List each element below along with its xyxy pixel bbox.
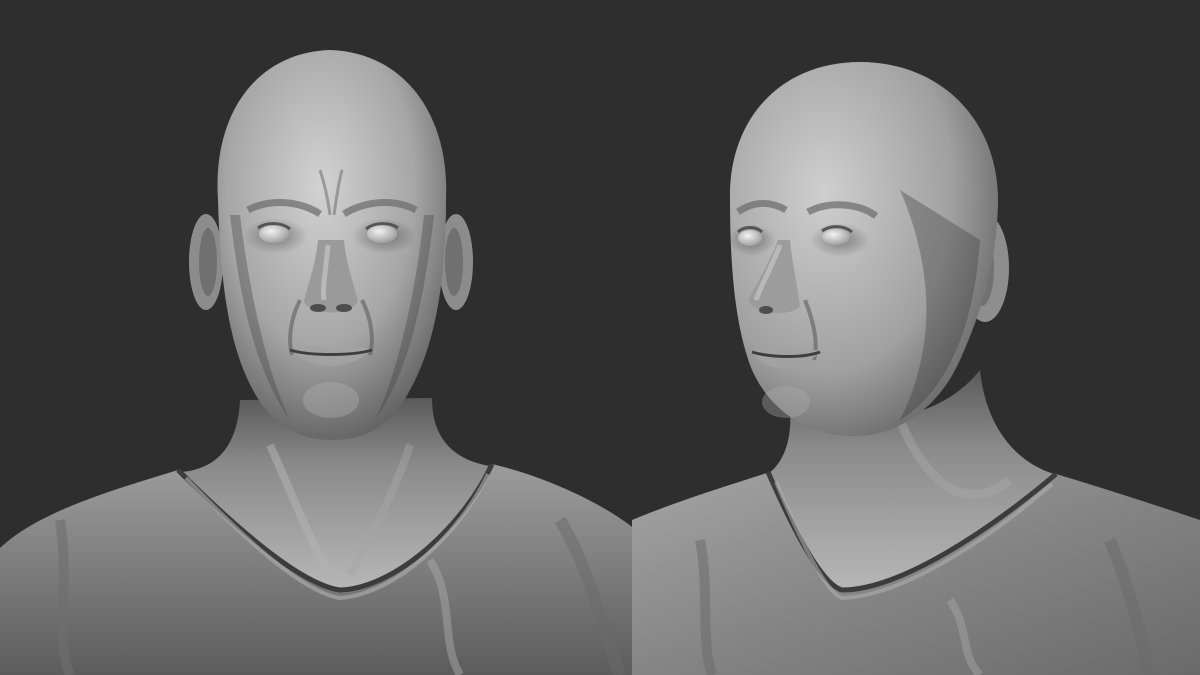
left-eye-three-quarter bbox=[738, 230, 762, 246]
left-eye-front bbox=[259, 225, 289, 243]
right-eye-front bbox=[367, 225, 397, 243]
right-eye-three-quarter bbox=[822, 229, 850, 245]
sculpt-render-viewport bbox=[0, 0, 1200, 675]
sculpt-render bbox=[0, 50, 1200, 675]
bust-front-view bbox=[0, 50, 664, 675]
bust-three-quarter-view bbox=[632, 62, 1200, 675]
